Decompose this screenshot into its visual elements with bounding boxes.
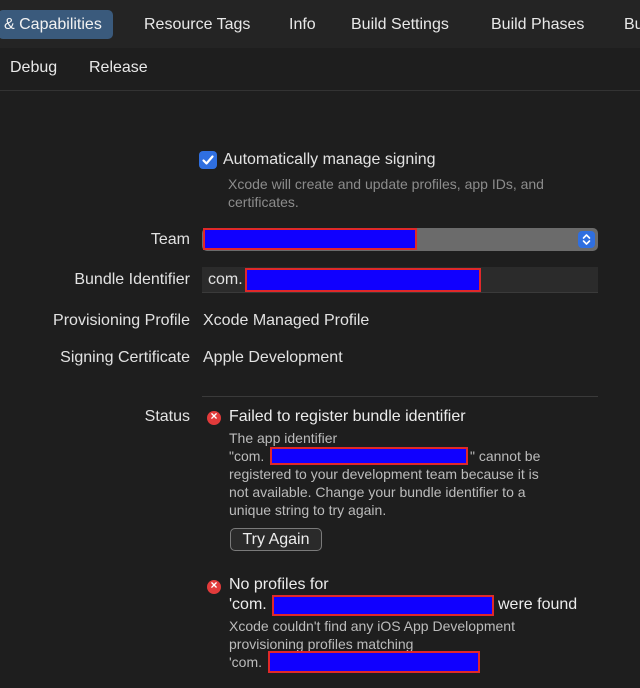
team-label: Team <box>150 231 190 248</box>
redacted-profile-identifier <box>272 595 494 616</box>
redacted-app-identifier <box>270 447 468 465</box>
signing-certificate-value: Apple Development <box>203 349 343 366</box>
auto-manage-hint-line2: certificates. <box>228 194 299 210</box>
provisioning-profile-value: Xcode Managed Profile <box>203 312 370 329</box>
error-profiles-body-line3-prefix: 'com. <box>229 654 263 670</box>
error-x-icon: × <box>207 409 221 425</box>
tab-build-rules[interactable]: Bu <box>624 10 640 39</box>
error-register-line2-prefix: "com. <box>229 448 265 464</box>
error-register-line2-suffix: " cannot be <box>470 448 541 464</box>
chevron-up-down-icon <box>578 231 595 248</box>
error-register-line5: unique string to try again. <box>229 502 387 518</box>
tab-info[interactable]: Info <box>289 10 316 39</box>
status-label: Status <box>144 408 190 425</box>
tab-build-settings[interactable]: Build Settings <box>351 10 449 39</box>
configuration-tabs: Debug Release <box>0 48 640 91</box>
provisioning-profile-label: Provisioning Profile <box>53 312 190 329</box>
error-register-line3: registered to your development team beca… <box>229 466 539 482</box>
auto-manage-hint-line1: Xcode will create and update profiles, a… <box>228 176 544 192</box>
bundle-identifier-label: Bundle Identifier <box>74 271 190 288</box>
status-divider <box>202 396 598 397</box>
error-profiles-body-line1: Xcode couldn't find any iOS App Developm… <box>229 618 515 634</box>
subtab-release[interactable]: Release <box>89 59 148 77</box>
error-register-line4: not available. Change your bundle identi… <box>229 484 526 500</box>
error-profiles-title-line2-suffix: were found <box>498 596 578 613</box>
subtab-debug[interactable]: Debug <box>10 59 57 77</box>
checkmark-icon <box>202 155 214 165</box>
try-again-button[interactable]: Try Again <box>230 528 322 551</box>
tab-signing-capabilities[interactable]: & Capabilities <box>0 10 113 39</box>
error-register-line1: The app identifier <box>229 430 338 446</box>
error-x-icon: × <box>207 578 221 594</box>
error-profiles-title-line1: No profiles for <box>229 576 329 593</box>
error-profiles-title-line2-prefix: 'com. <box>229 596 267 613</box>
bundle-identifier-prefix: com. <box>208 271 243 288</box>
tab-resource-tags[interactable]: Resource Tags <box>144 10 250 39</box>
tab-build-phases[interactable]: Build Phases <box>491 10 584 39</box>
error-register-title: Failed to register bundle identifier <box>229 408 466 425</box>
signing-certificate-label: Signing Certificate <box>60 349 190 366</box>
editor-tab-bar: & Capabilities Resource Tags Info Build … <box>0 0 640 49</box>
redacted-matching-identifier <box>268 651 480 673</box>
auto-manage-signing-checkbox[interactable] <box>199 151 217 169</box>
redacted-bundle-identifier <box>245 268 481 292</box>
redacted-team-name <box>203 228 417 250</box>
auto-manage-signing-label[interactable]: Automatically manage signing <box>223 151 436 169</box>
